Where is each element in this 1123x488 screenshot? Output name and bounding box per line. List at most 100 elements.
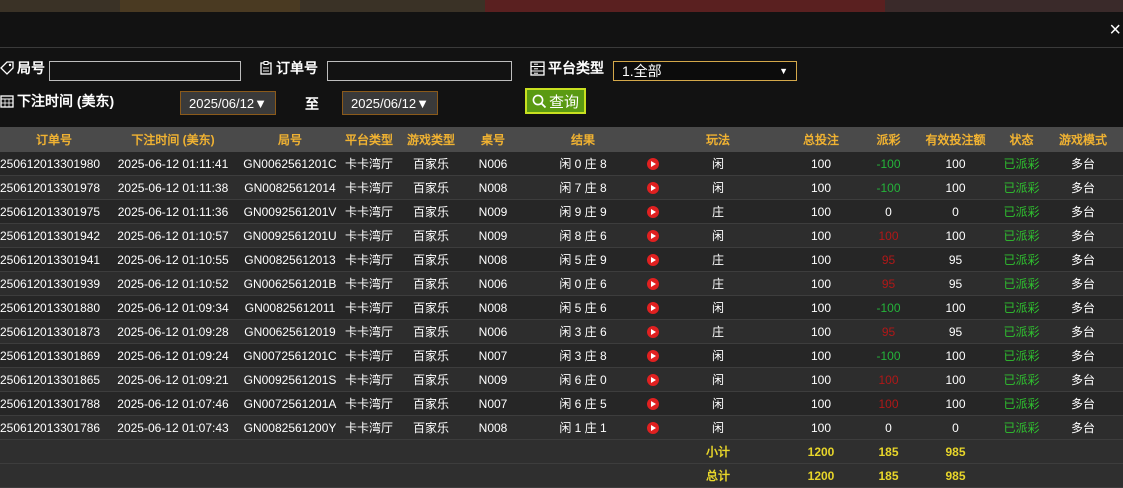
cell-order: 250612013301788 <box>0 391 108 416</box>
play-video-icon[interactable] <box>647 206 659 219</box>
play-video-icon[interactable] <box>647 182 659 195</box>
cell-mode: 多台 <box>1043 175 1123 200</box>
video-replay-cell <box>646 271 660 296</box>
subtotal-row: 小计 1200 185 985 <box>0 439 1123 464</box>
play-video-icon[interactable] <box>647 350 659 363</box>
cell-mode: 多台 <box>1043 343 1123 368</box>
cell-time: 2025-06-12 01:09:34 <box>108 295 238 320</box>
round-label-text: 局号 <box>17 60 45 76</box>
query-button[interactable]: 查询 <box>525 88 586 114</box>
play-video-icon[interactable] <box>647 254 659 267</box>
cell-mode: 多台 <box>1043 199 1123 224</box>
cell-time: 2025-06-12 01:07:46 <box>108 391 238 416</box>
table-row: 250612013301975 2025-06-12 01:11:36 GN0092… <box>0 199 1123 224</box>
order-label-text: 订单号 <box>276 60 318 76</box>
cell-play: 闲 <box>660 295 776 320</box>
cell-valid: 100 <box>911 295 1000 320</box>
cell-round: GN0092561201S <box>238 367 342 392</box>
cell-play: 闲 <box>660 152 776 176</box>
col-order: 订单号 <box>0 127 108 152</box>
play-video-icon[interactable] <box>647 326 659 339</box>
cell-order: 250612013301980 <box>0 152 108 176</box>
platform-select[interactable]: 1.全部 ▼ <box>613 61 797 81</box>
cell-payout: 95 <box>866 319 911 344</box>
play-video-icon[interactable] <box>647 158 659 171</box>
col-game: 游戏类型 <box>396 127 466 152</box>
cell-bet: 100 <box>776 271 866 296</box>
table-row: 250612013301880 2025-06-12 01:09:34 GN0082… <box>0 295 1123 320</box>
cell-play: 闲 <box>660 415 776 440</box>
cell-status: 已派彩 <box>1000 367 1043 392</box>
total-bet: 1200 <box>776 463 866 488</box>
close-icon[interactable]: × <box>1109 20 1121 40</box>
play-video-icon[interactable] <box>647 230 659 243</box>
cell-play: 庄 <box>660 247 776 272</box>
order-input[interactable] <box>327 61 512 81</box>
query-button-label: 查询 <box>548 93 579 111</box>
cell-table: N007 <box>466 343 520 368</box>
cell-round: GN0082561200Y <box>238 415 342 440</box>
cell-table: N009 <box>466 367 520 392</box>
cell-game: 百家乐 <box>396 295 466 320</box>
filter-panel: 局号 订单号 平台类型 1.全部 ▼ 下注时间 (美东) 2025/06/12▼… <box>0 48 1123 126</box>
table-row: 250612013301980 2025-06-12 01:11:41 GN0062… <box>0 152 1123 176</box>
cell-play: 闲 <box>660 223 776 248</box>
cell-platform: 卡卡湾厅 <box>342 319 396 344</box>
table-header-row: 订单号 下注时间 (美东) 局号 平台类型 游戏类型 桌号 结果 玩法 总投注 … <box>0 127 1123 152</box>
cell-play: 庄 <box>660 319 776 344</box>
play-video-icon[interactable] <box>647 398 659 411</box>
cell-status: 已派彩 <box>1000 247 1043 272</box>
background-game-strip <box>0 0 1123 12</box>
play-video-icon[interactable] <box>647 422 659 435</box>
cell-round: GN0092561201V <box>238 199 342 224</box>
cell-mode: 多台 <box>1043 152 1123 176</box>
table-row: 250612013301941 2025-06-12 01:10:55 GN0082… <box>0 247 1123 272</box>
date-from-picker[interactable]: 2025/06/12▼ <box>180 91 276 115</box>
cell-bet: 100 <box>776 152 866 176</box>
cell-payout: -100 <box>866 152 911 176</box>
col-round: 局号 <box>238 127 342 152</box>
cell-round: GN00825612014 <box>238 175 342 200</box>
video-replay-cell <box>646 247 660 272</box>
video-replay-cell <box>646 175 660 200</box>
cell-result: 闲 6 庄 0 <box>520 367 646 392</box>
cell-game: 百家乐 <box>396 152 466 176</box>
cell-table: N008 <box>466 247 520 272</box>
play-video-icon[interactable] <box>647 374 659 387</box>
round-input[interactable] <box>49 61 241 81</box>
cell-status: 已派彩 <box>1000 152 1043 176</box>
cell-game: 百家乐 <box>396 223 466 248</box>
cell-result: 闲 3 庄 6 <box>520 319 646 344</box>
cell-platform: 卡卡湾厅 <box>342 152 396 176</box>
cell-table: N008 <box>466 415 520 440</box>
cell-order: 250612013301941 <box>0 247 108 272</box>
cell-result: 闲 5 庄 9 <box>520 247 646 272</box>
cell-round: GN0072561201A <box>238 391 342 416</box>
platform-label-text: 平台类型 <box>548 60 604 76</box>
cell-result: 闲 3 庄 8 <box>520 343 646 368</box>
subtotal-valid: 985 <box>911 439 1000 464</box>
to-label: 至 <box>305 96 319 112</box>
col-bet: 总投注 <box>776 127 866 152</box>
date-to-picker[interactable]: 2025/06/12▼ <box>342 91 438 115</box>
cell-table: N006 <box>466 319 520 344</box>
cell-order: 250612013301975 <box>0 199 108 224</box>
play-video-icon[interactable] <box>647 302 659 315</box>
cell-game: 百家乐 <box>396 367 466 392</box>
cell-valid: 100 <box>911 175 1000 200</box>
col-play: 玩法 <box>660 127 776 152</box>
calendar-icon <box>0 95 14 108</box>
cell-result: 闲 9 庄 9 <box>520 199 646 224</box>
cell-bet: 100 <box>776 367 866 392</box>
cell-play: 闲 <box>660 343 776 368</box>
cell-bet: 100 <box>776 175 866 200</box>
cell-table: N009 <box>466 199 520 224</box>
play-video-icon[interactable] <box>647 278 659 291</box>
cell-platform: 卡卡湾厅 <box>342 415 396 440</box>
col-video <box>646 127 660 152</box>
video-replay-cell <box>646 152 660 176</box>
cell-table: N007 <box>466 391 520 416</box>
cell-round: GN0092561201U <box>238 223 342 248</box>
cell-valid: 0 <box>911 199 1000 224</box>
cell-valid: 100 <box>911 343 1000 368</box>
